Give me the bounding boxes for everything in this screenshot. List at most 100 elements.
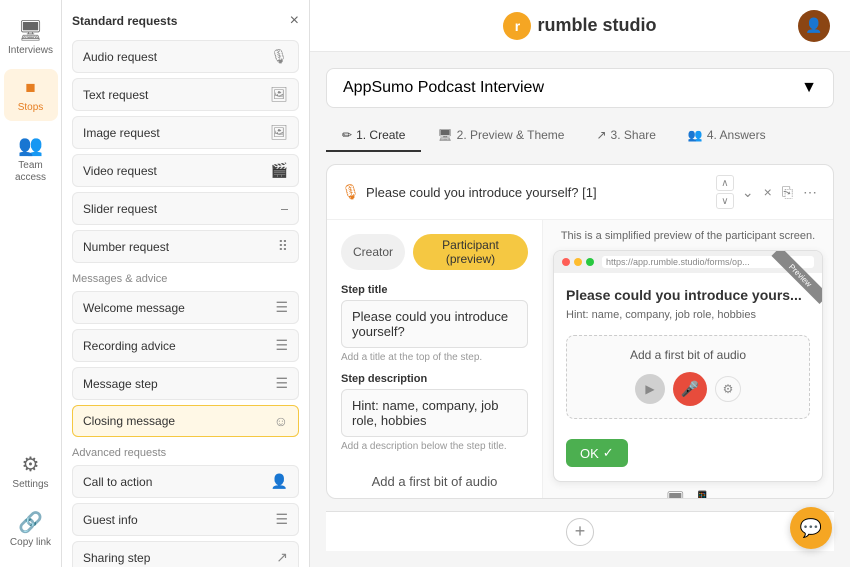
advanced-section-label: Advanced requests	[72, 447, 299, 459]
add-step-button[interactable]: +	[566, 518, 594, 546]
creator-side: Creator Participant (preview) Step title…	[327, 220, 543, 499]
preview-audio-section: Add a first bit of audio ▶ 🎤 ⚙	[566, 335, 810, 419]
chat-bubble-button[interactable]: 💬	[790, 507, 832, 549]
main-area: r rumble studio 👤 AppSumo Podcast Interv…	[310, 0, 850, 567]
preview-play-button[interactable]: ▶	[635, 374, 665, 404]
step-header-left: 🎙 Please could you introduce yourself? […	[341, 183, 597, 201]
text-request-button[interactable]: Text request 🖼	[72, 78, 299, 111]
settings-icon: ⚙	[22, 452, 40, 477]
preview-settings-button[interactable]: ⚙	[715, 376, 741, 402]
audio-request-button[interactable]: Audio request 🎙	[72, 40, 299, 73]
guest-info-button[interactable]: Guest info ☰	[72, 503, 299, 536]
step-card: 🎙 Please could you introduce yourself? […	[326, 164, 834, 499]
desktop-icon[interactable]: 🖥	[665, 490, 685, 499]
interviews-icon: 🖥	[18, 18, 43, 43]
logo: r rumble studio	[503, 12, 656, 40]
tab-answers[interactable]: 👥 4. Answers	[672, 120, 782, 152]
step-title: Please could you introduce yourself? [1]	[366, 185, 597, 200]
mobile-icon[interactable]: 📱	[693, 490, 710, 499]
creator-preview-tabs: Creator Participant (preview)	[341, 234, 528, 270]
welcome-message-button[interactable]: Welcome message ☰	[72, 291, 299, 324]
step-title-hint: Add a title at the top of the step.	[341, 352, 528, 363]
preview-browser: https://app.rumble.studio/forms/op... Pr…	[553, 250, 823, 482]
step-desc-label: Step description	[341, 373, 528, 385]
sidebar: 🖥 Interviews ⏹ Stops 👥 Team access ⚙ Set…	[0, 0, 62, 567]
answers-tab-icon: 👥	[688, 128, 703, 142]
number-request-button[interactable]: Number request ⠿	[72, 230, 299, 263]
sidebar-item-stops[interactable]: ⏹ Stops	[4, 69, 58, 121]
sidebar-item-team[interactable]: 👥 Team access	[4, 125, 58, 192]
sharing-step-button[interactable]: Sharing step ↗	[72, 541, 299, 567]
device-icons: 🖥 📱	[553, 490, 823, 499]
step-actions: ∧ ∨ ⌄ × ⎘ ⋯	[716, 175, 819, 209]
scroll-up-button[interactable]: ∧	[716, 175, 734, 191]
tab-create[interactable]: ✏ 1. Create	[326, 120, 421, 152]
preview-question: Please could you introduce yours...	[566, 287, 810, 303]
browser-dot-red	[562, 258, 570, 266]
sidebar-item-copy-link[interactable]: 🔗 Copy link	[4, 502, 58, 557]
preview-record-button[interactable]: 🎤	[673, 372, 707, 406]
interview-dropdown-icon[interactable]: ▼	[801, 79, 817, 97]
content-area: AppSumo Podcast Interview ▼ ✏ 1. Create …	[310, 52, 850, 567]
preview-content: Please could you introduce yours... Hint…	[554, 273, 822, 481]
step-copy-button[interactable]: ⎘	[780, 182, 795, 203]
participant-tab-button[interactable]: Participant (preview)	[413, 234, 528, 270]
messages-section-label: Messages & advice	[72, 273, 299, 285]
navbar: r rumble studio 👤	[310, 0, 850, 52]
call-to-action-button[interactable]: Call to action 👤	[72, 465, 299, 498]
sharing-icon: ↗	[276, 549, 288, 566]
interview-bar: AppSumo Podcast Interview ▼	[326, 68, 834, 108]
step-header: 🎙 Please could you introduce yourself? […	[327, 165, 833, 220]
image-request-icon: 🖼	[270, 124, 288, 141]
logo-icon: r	[503, 12, 531, 40]
tabs-bar: ✏ 1. Create 🖥 2. Preview & Theme ↗ 3. Sh…	[326, 120, 834, 152]
recording-icon: ☰	[275, 337, 288, 354]
bottom-bar: +	[326, 511, 834, 551]
audio-section: Add a first bit of audio ▶ 🎤 ⚙	[341, 462, 528, 499]
left-panel: Standard requests × Audio request 🎙 Text…	[62, 0, 310, 567]
closing-icon: ☺	[274, 413, 288, 429]
audio-label: Add a first bit of audio	[341, 474, 528, 489]
cta-icon: 👤	[271, 473, 288, 490]
step-title-input[interactable]: Please could you introduce yourself?	[341, 300, 528, 348]
scroll-down-button[interactable]: ∨	[716, 193, 734, 209]
number-request-icon: ⠿	[278, 238, 288, 255]
image-request-button[interactable]: Image request 🖼	[72, 116, 299, 149]
tab-share[interactable]: ↗ 3. Share	[580, 120, 671, 152]
step-close-button[interactable]: ×	[762, 182, 774, 202]
copy-link-icon: 🔗	[18, 510, 43, 535]
share-tab-icon: ↗	[596, 128, 606, 142]
preview-ok-button[interactable]: OK ✓	[566, 439, 628, 467]
tab-preview[interactable]: 🖥 2. Preview & Theme	[421, 120, 580, 152]
step-desc-hint: Add a description below the step title.	[341, 441, 528, 452]
text-request-icon: 🖼	[270, 86, 288, 103]
team-icon: 👥	[18, 133, 43, 158]
slider-request-button[interactable]: Slider request ⎯	[72, 192, 299, 225]
step-more-button[interactable]: ⋯	[801, 182, 819, 203]
step-desc-input[interactable]: Hint: name, company, job role, hobbies	[341, 389, 528, 437]
message-step-button[interactable]: Message step ☰	[72, 367, 299, 400]
scroll-arrows: ∧ ∨	[716, 175, 734, 209]
closing-message-button[interactable]: Closing message ☺	[72, 405, 299, 437]
step-body: Creator Participant (preview) Step title…	[327, 220, 833, 499]
sidebar-item-interviews[interactable]: 🖥 Interviews	[4, 10, 58, 65]
step-minimize-button[interactable]: ⌄	[740, 182, 756, 203]
step-title-label: Step title	[341, 284, 528, 296]
preview-tab-icon: 🖥	[437, 128, 452, 142]
video-request-button[interactable]: Video request 🎬	[72, 154, 299, 187]
recording-advice-button[interactable]: Recording advice ☰	[72, 329, 299, 362]
preview-note: This is a simplified preview of the part…	[553, 230, 823, 242]
browser-dot-yellow	[574, 258, 582, 266]
user-avatar[interactable]: 👤	[798, 10, 830, 42]
creator-tab-button[interactable]: Creator	[341, 234, 405, 270]
panel-close-button[interactable]: ×	[290, 12, 299, 30]
create-tab-icon: ✏	[342, 128, 352, 142]
step-mic-icon: 🎙	[341, 183, 360, 201]
video-request-icon: 🎬	[271, 162, 288, 179]
chat-icon: 💬	[800, 518, 822, 539]
panel-header: Standard requests ×	[72, 12, 299, 30]
sidebar-item-settings[interactable]: ⚙ Settings	[4, 444, 58, 498]
standard-requests-label: Standard requests	[72, 14, 177, 28]
preview-side: This is a simplified preview of the part…	[543, 220, 833, 499]
stops-icon: ⏹	[26, 77, 36, 100]
